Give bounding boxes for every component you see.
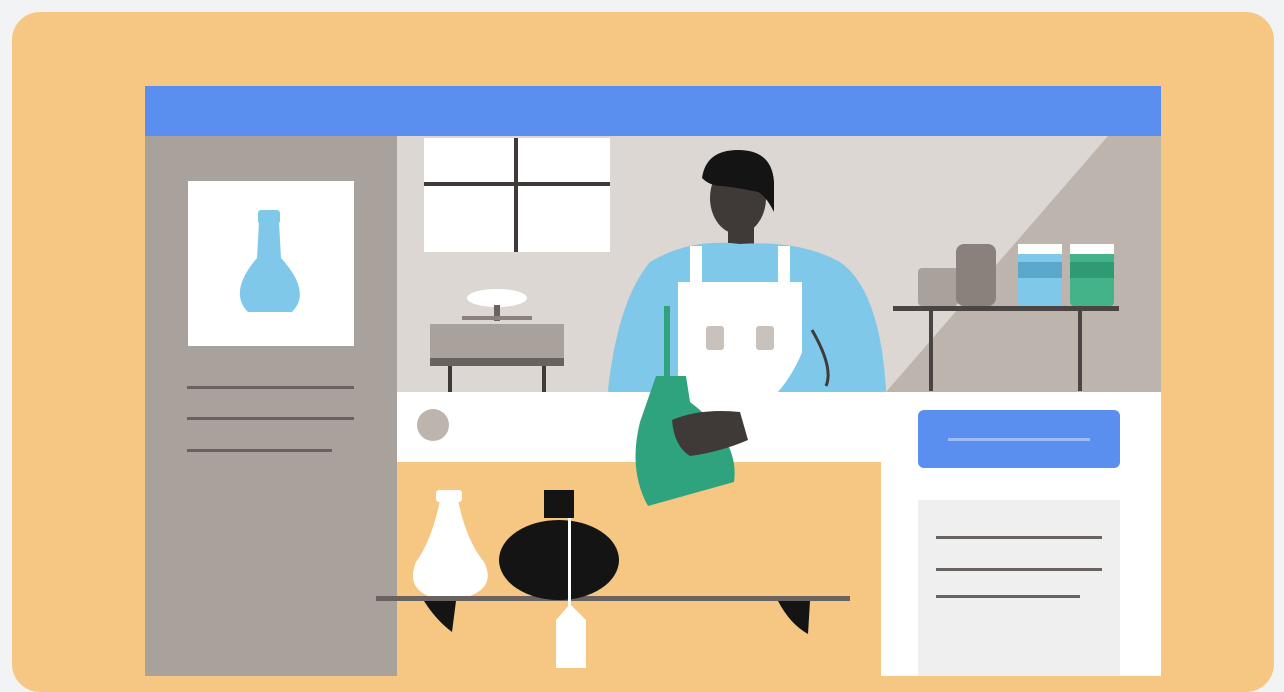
pharmacy-website-illustration [145,86,1161,676]
sidebar-text-line [187,449,332,452]
panel-button[interactable] [918,410,1120,468]
sidebar-text-line [187,386,354,389]
wall-window [424,138,610,252]
counter-knob [417,409,449,441]
panel-text-line [936,536,1102,539]
jar-icon [1070,244,1114,306]
panel-text-line [936,568,1102,571]
apron-pocket [756,326,774,350]
panel-text-line [936,595,1080,598]
panel-button-label-line [948,438,1090,441]
apron-pocket [706,326,724,350]
sidebar-text-line [187,417,354,420]
panel-text-box [918,500,1120,676]
product-panel [886,392,1161,676]
sidebar [145,136,397,676]
jar-icon [1018,244,1062,306]
illustration-card [12,12,1274,692]
header-bar [145,86,1161,136]
